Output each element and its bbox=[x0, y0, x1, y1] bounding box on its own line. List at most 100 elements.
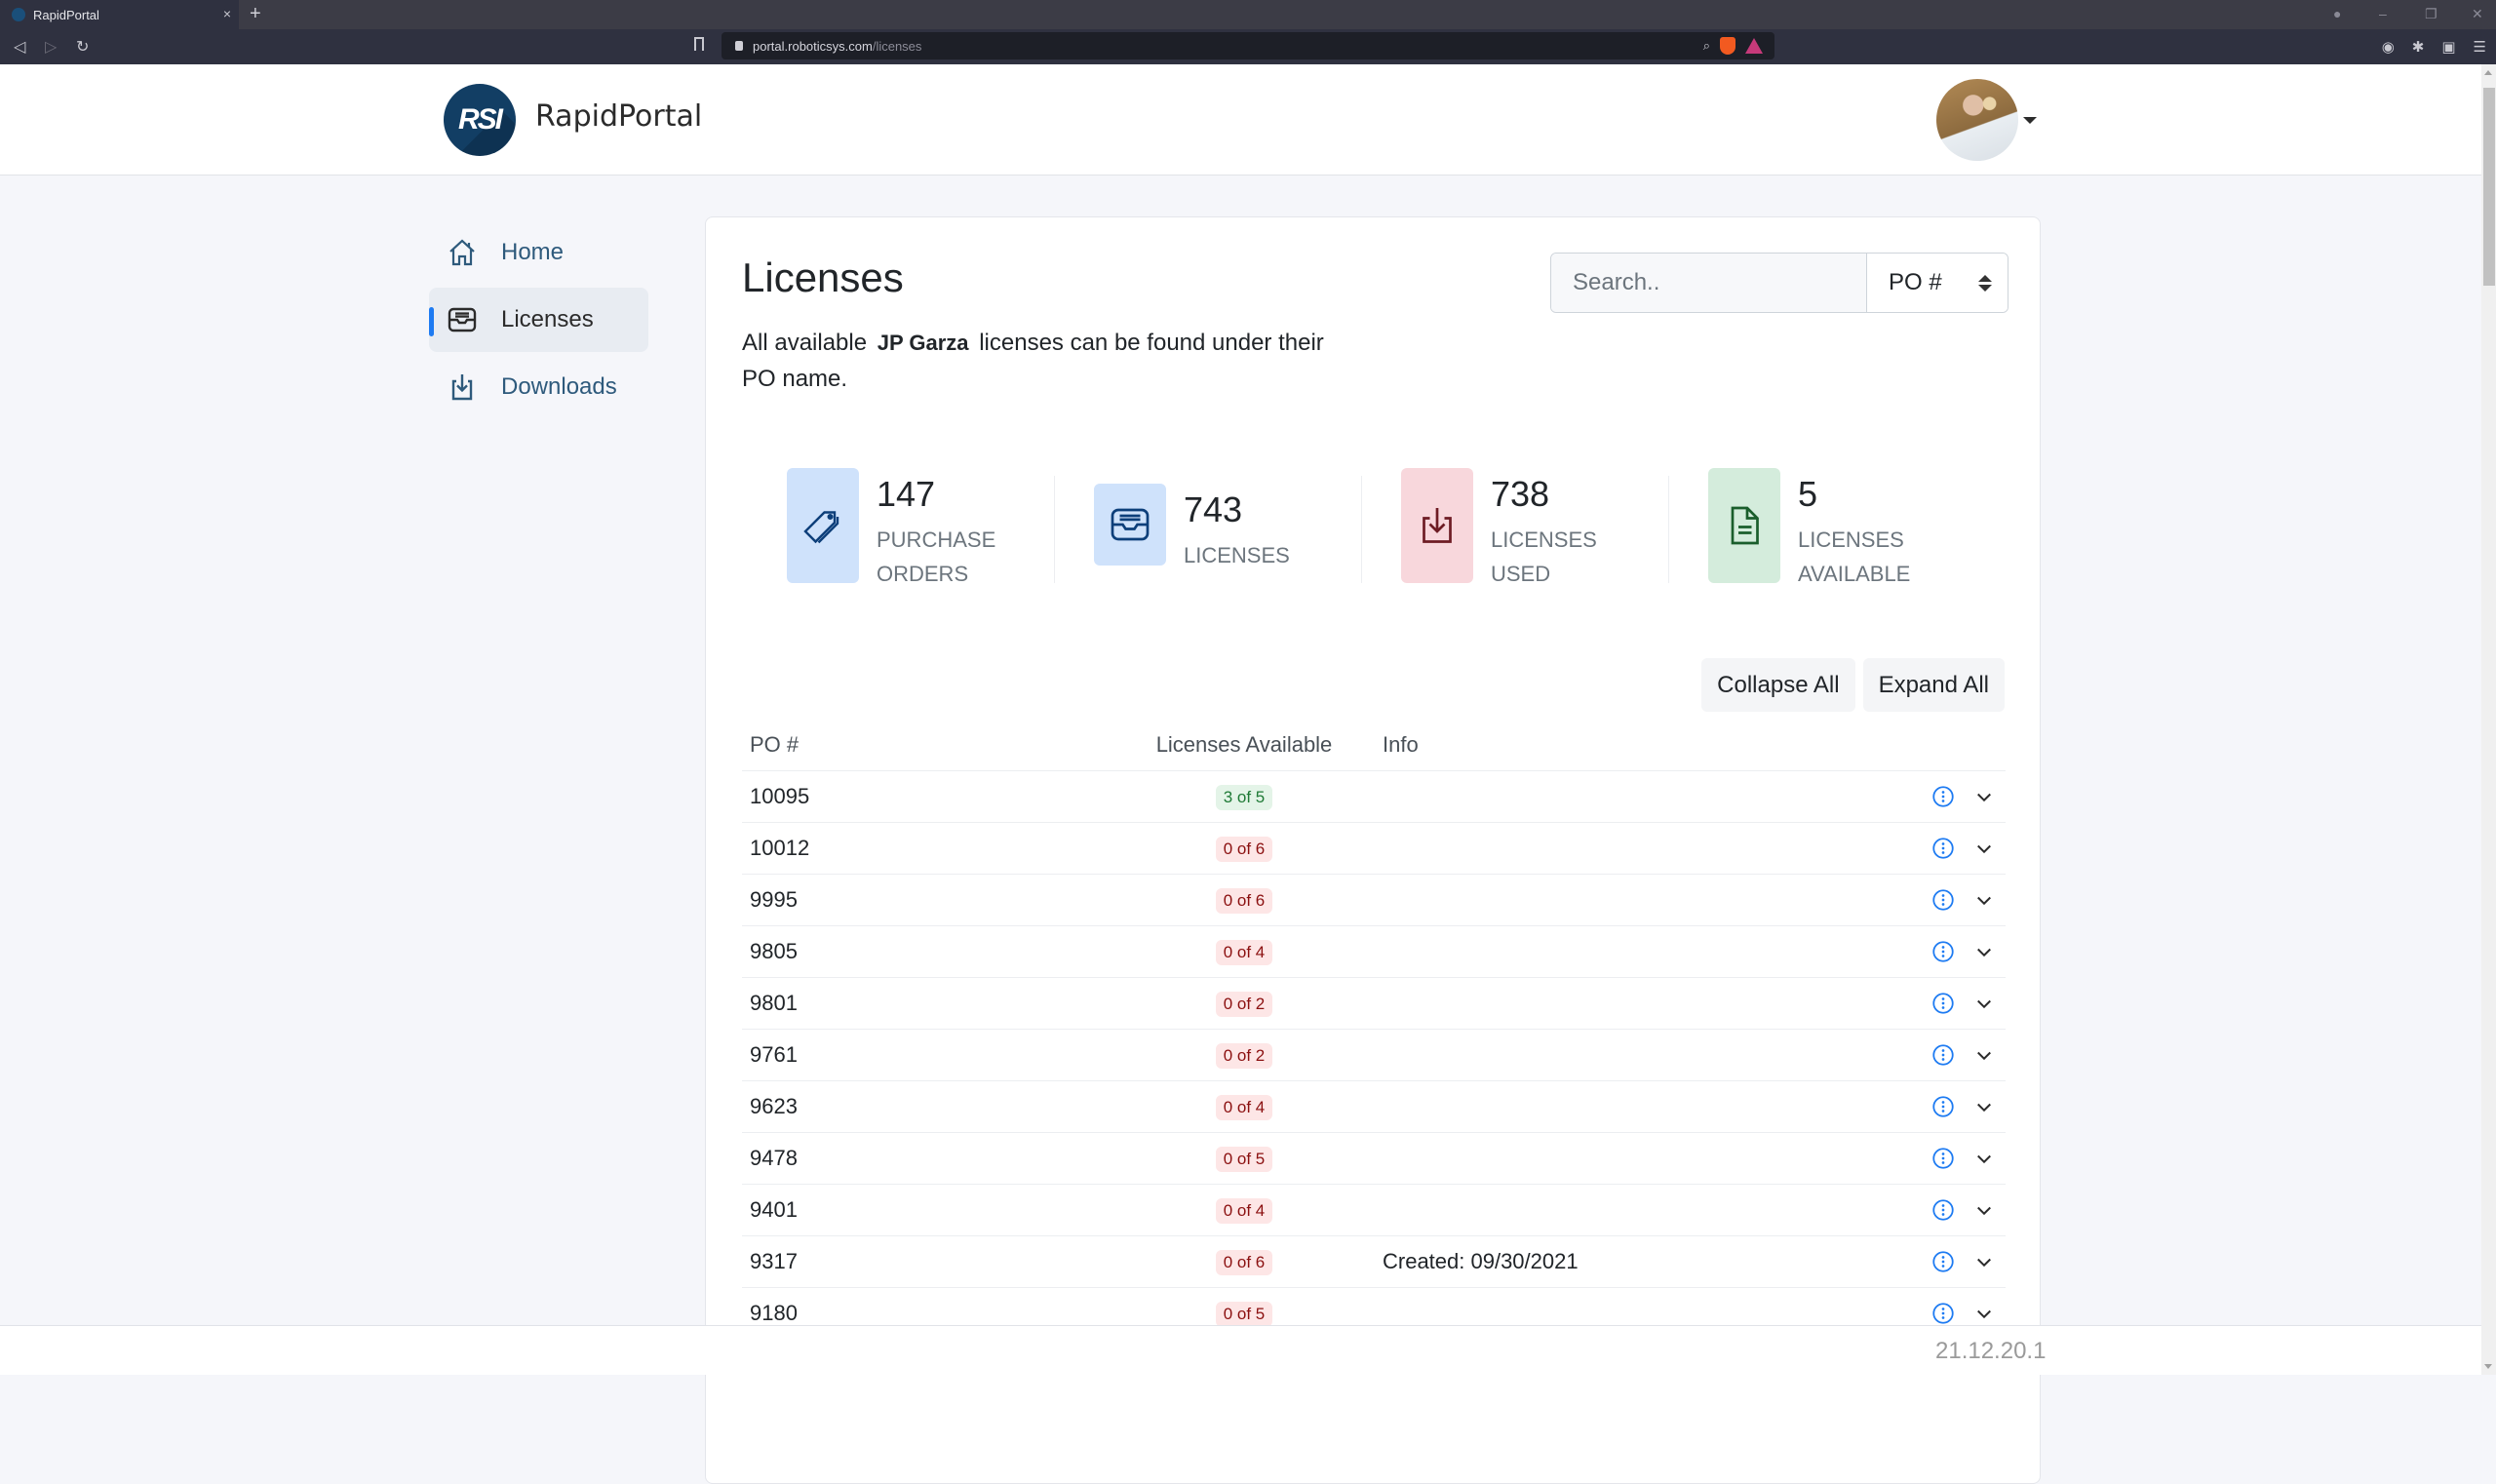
customer-name: JP Garza bbox=[877, 331, 969, 355]
header-po[interactable]: PO # bbox=[742, 732, 1127, 758]
collapse-all-button[interactable]: Collapse All bbox=[1701, 658, 1855, 712]
sidebar-item-licenses[interactable]: Licenses bbox=[429, 288, 648, 352]
description-prefix: All available bbox=[742, 330, 868, 356]
reload-icon[interactable]: ↻ bbox=[76, 37, 89, 57]
brand-name[interactable]: RapidPortal bbox=[535, 99, 702, 134]
chevron-down-icon[interactable] bbox=[1974, 839, 1994, 858]
bookmark-icon[interactable] bbox=[694, 37, 704, 51]
close-window-icon[interactable]: ✕ bbox=[2472, 6, 2483, 22]
chevron-down-icon[interactable] bbox=[1974, 1304, 1994, 1323]
po-number: 10095 bbox=[750, 784, 810, 808]
scroll-down-icon[interactable] bbox=[2484, 1364, 2492, 1369]
licenses-cell: 0 of 6 bbox=[1127, 886, 1361, 914]
licenses-table: PO # Licenses Available Info 10095 3 of 5… bbox=[742, 720, 2006, 1340]
table-row[interactable]: 9317 0 of 6 Created: 09/30/2021 bbox=[742, 1236, 2006, 1288]
wallet-icon[interactable]: ▣ bbox=[2441, 38, 2455, 56]
sidebar-item-downloads[interactable]: Downloads bbox=[429, 355, 648, 419]
scroll-thumb[interactable] bbox=[2483, 88, 2495, 286]
rsi-favicon-icon bbox=[12, 8, 25, 21]
scroll-up-icon[interactable] bbox=[2484, 70, 2492, 75]
table-row[interactable]: 9801 0 of 2 bbox=[742, 978, 2006, 1030]
user-avatar[interactable] bbox=[1936, 79, 2018, 161]
licenses-cell: 0 of 4 bbox=[1127, 1093, 1361, 1120]
table-row[interactable]: 9401 0 of 4 bbox=[742, 1185, 2006, 1236]
sort-selected-value: PO # bbox=[1889, 269, 1942, 295]
new-tab-button[interactable]: + bbox=[250, 4, 261, 23]
licenses-cell: 0 of 6 bbox=[1127, 835, 1361, 862]
page-scrollbar[interactable] bbox=[2481, 64, 2496, 1375]
header-info: Info bbox=[1383, 732, 1419, 757]
table-row[interactable]: 10095 3 of 5 bbox=[742, 771, 2006, 823]
three-dots-vertical-circle-icon[interactable] bbox=[1931, 888, 1955, 912]
three-dots-vertical-circle-icon[interactable] bbox=[1931, 1043, 1955, 1067]
chevron-down-icon[interactable] bbox=[1974, 942, 1994, 961]
header-licenses-available[interactable]: Licenses Available bbox=[1127, 732, 1361, 758]
stat-icon-box bbox=[1094, 484, 1166, 566]
address-bar[interactable]: portal.roboticsys.com/licenses ⌕ bbox=[722, 32, 1774, 59]
three-dots-vertical-circle-icon[interactable] bbox=[1931, 1302, 1955, 1325]
brave-rewards-icon[interactable] bbox=[1745, 38, 1763, 54]
licenses-badge: 0 of 6 bbox=[1215, 837, 1273, 862]
po-number: 9761 bbox=[750, 1042, 798, 1067]
stat-licenses-available: 5 LICENSES AVAILABLE bbox=[1668, 466, 1993, 588]
sidebar-item-home[interactable]: Home bbox=[429, 220, 648, 285]
tab-close-icon[interactable]: × bbox=[223, 6, 231, 21]
password-manager-icon[interactable]: ◉ bbox=[2382, 38, 2395, 56]
browser-toolbar: ◁ ▷ ↻ portal.roboticsys.com/licenses ⌕ ◉… bbox=[0, 29, 2496, 64]
logo-text: RSI bbox=[457, 103, 503, 136]
three-dots-vertical-circle-icon[interactable] bbox=[1931, 992, 1955, 1015]
menu-icon[interactable]: ☰ bbox=[2474, 38, 2486, 56]
chevron-down-icon[interactable] bbox=[1974, 1097, 1994, 1116]
licenses-badge: 3 of 5 bbox=[1215, 785, 1273, 810]
three-dots-vertical-circle-icon[interactable] bbox=[1931, 1095, 1955, 1118]
restore-icon[interactable]: ❐ bbox=[2425, 6, 2438, 22]
chevron-down-icon[interactable] bbox=[1974, 890, 1994, 910]
licenses-badge: 0 of 5 bbox=[1215, 1302, 1273, 1327]
three-dots-vertical-circle-icon[interactable] bbox=[1931, 1198, 1955, 1222]
extensions-icon[interactable]: ✱ bbox=[2412, 38, 2425, 56]
three-dots-vertical-circle-icon[interactable] bbox=[1931, 785, 1955, 808]
licenses-badge: 0 of 2 bbox=[1215, 992, 1273, 1017]
table-row[interactable]: 9995 0 of 6 bbox=[742, 875, 2006, 926]
chevron-down-icon[interactable] bbox=[1974, 787, 1994, 806]
table-row[interactable]: 9761 0 of 2 bbox=[742, 1030, 2006, 1081]
table-row[interactable]: 9478 0 of 5 bbox=[742, 1133, 2006, 1185]
minimize-icon[interactable]: – bbox=[2379, 6, 2387, 21]
page-title: Licenses bbox=[742, 254, 904, 300]
expand-all-button[interactable]: Expand All bbox=[1862, 658, 2005, 712]
chevron-down-icon[interactable] bbox=[1974, 1252, 1994, 1271]
three-dots-vertical-circle-icon[interactable] bbox=[1931, 940, 1955, 963]
caret-down-icon[interactable] bbox=[2023, 117, 2037, 124]
licenses-cell: 0 of 4 bbox=[1127, 938, 1361, 965]
three-dots-vertical-circle-icon[interactable] bbox=[1931, 1250, 1955, 1273]
chevron-down-icon[interactable] bbox=[1974, 994, 1994, 1013]
row-actions bbox=[1898, 888, 2006, 912]
licenses-cell: 0 of 5 bbox=[1127, 1145, 1361, 1172]
profile-menu-icon[interactable]: ● bbox=[2333, 6, 2341, 21]
info-text: Created: 09/30/2021 bbox=[1383, 1249, 1579, 1273]
sort-select[interactable]: PO # bbox=[1867, 254, 2008, 312]
chevron-down-icon[interactable] bbox=[1974, 1200, 1994, 1220]
stat-purchase-orders: 147 PURCHASE ORDERS bbox=[764, 466, 1072, 588]
forward-icon[interactable]: ▷ bbox=[45, 37, 57, 57]
three-dots-vertical-circle-icon[interactable] bbox=[1931, 1147, 1955, 1170]
stat-icon-box bbox=[1708, 468, 1780, 583]
table-row[interactable]: 9805 0 of 4 bbox=[742, 926, 2006, 978]
page-description: All available JP Garza licenses can be f… bbox=[742, 325, 1346, 397]
select-arrows-icon bbox=[1978, 274, 1992, 292]
search-input[interactable] bbox=[1551, 254, 1867, 312]
back-icon[interactable]: ◁ bbox=[14, 37, 25, 57]
po-number: 9805 bbox=[750, 939, 798, 963]
three-dots-vertical-circle-icon[interactable] bbox=[1931, 837, 1955, 860]
sidebar: Home Licenses Downloads bbox=[429, 220, 648, 422]
brave-shields-icon[interactable] bbox=[1720, 37, 1736, 55]
chevron-down-icon[interactable] bbox=[1974, 1045, 1994, 1065]
chevron-down-icon[interactable] bbox=[1974, 1149, 1994, 1168]
table-header: PO # Licenses Available Info bbox=[742, 720, 2006, 771]
browser-tab[interactable]: RapidPortal × bbox=[0, 0, 239, 29]
zoom-icon[interactable]: ⌕ bbox=[1703, 38, 1710, 54]
licenses-badge: 0 of 2 bbox=[1215, 1043, 1273, 1069]
rsi-logo[interactable]: RSI bbox=[444, 84, 516, 156]
table-row[interactable]: 10012 0 of 6 bbox=[742, 823, 2006, 875]
table-row[interactable]: 9623 0 of 4 bbox=[742, 1081, 2006, 1133]
